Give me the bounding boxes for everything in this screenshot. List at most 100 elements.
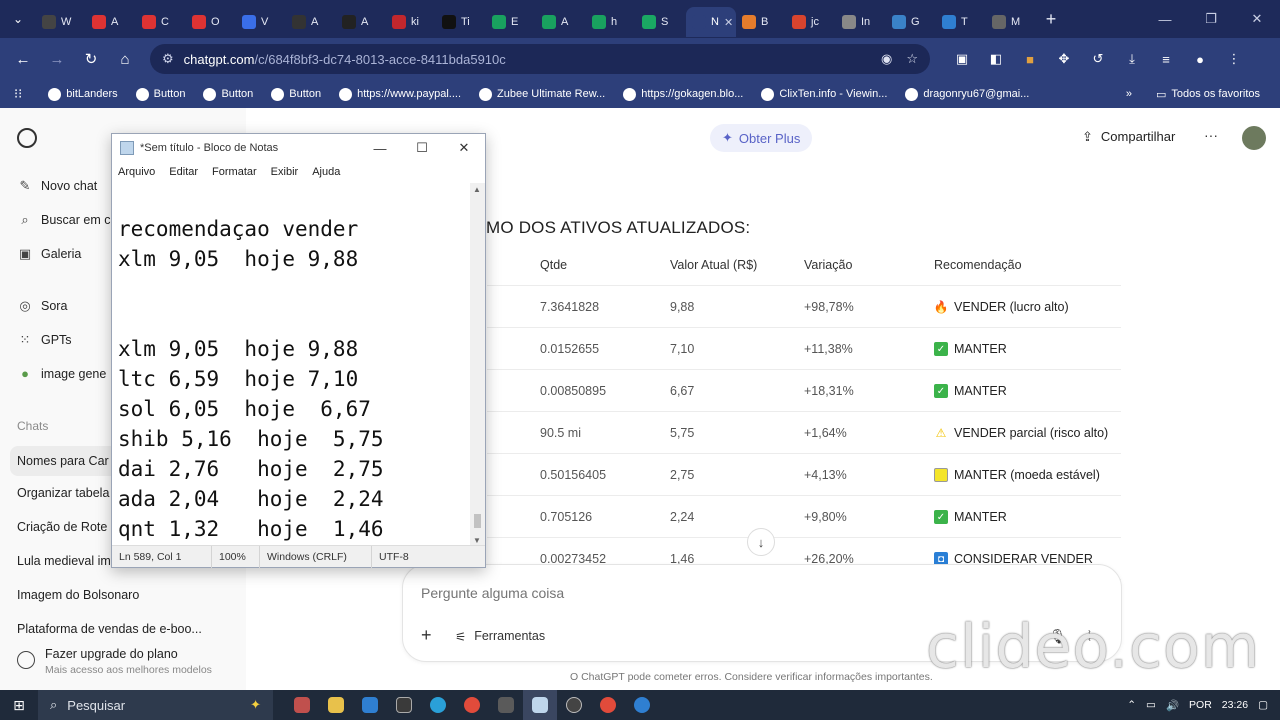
star-icon[interactable]: ☆ bbox=[906, 51, 918, 67]
taskbar-app[interactable] bbox=[557, 690, 591, 720]
browser-tab[interactable]: A bbox=[86, 7, 136, 37]
scroll-thumb[interactable] bbox=[474, 514, 481, 528]
back-icon[interactable]: ← bbox=[8, 44, 38, 74]
bookmark-item[interactable]: https://www.paypal.... bbox=[333, 87, 467, 101]
taskbar-search[interactable]: ⌕ Pesquisar ✦ bbox=[38, 690, 273, 720]
chatgpt-logo-icon[interactable] bbox=[17, 128, 37, 148]
prompt-input[interactable] bbox=[421, 585, 1021, 601]
reload-icon[interactable]: ↻ bbox=[76, 44, 106, 74]
bookmark-item[interactable]: Button bbox=[130, 87, 192, 101]
upgrade-plan-button[interactable]: Fazer upgrade do plano Mais acesso aos m… bbox=[17, 647, 212, 676]
history-icon[interactable]: ↺ bbox=[1084, 45, 1112, 73]
sidebar-item-buscar-em-c[interactable]: ⌕ Buscar em c bbox=[17, 212, 110, 228]
browser-tab[interactable]: A bbox=[536, 7, 586, 37]
download-icon[interactable]: ⤓ bbox=[1118, 45, 1146, 73]
chat-history-item[interactable]: Plataforma de vendas de e-boo... bbox=[17, 622, 227, 636]
browser-tab[interactable]: A bbox=[336, 7, 386, 37]
eye-icon[interactable]: ◉ bbox=[881, 51, 892, 67]
maximize-icon[interactable]: ☐ bbox=[401, 134, 443, 162]
notepad-scrollbar[interactable]: ▲ ▼ bbox=[470, 183, 485, 547]
taskbar-app[interactable] bbox=[319, 690, 353, 720]
bookmark-item[interactable]: Button bbox=[265, 87, 327, 101]
browser-tab[interactable]: V bbox=[236, 7, 286, 37]
home-icon[interactable]: ⌂ bbox=[110, 44, 140, 74]
chat-history-item[interactable]: Imagem do Bolsonaro bbox=[17, 588, 227, 602]
notification-icon[interactable]: ▢ bbox=[1258, 699, 1268, 711]
taskbar-app[interactable] bbox=[489, 690, 523, 720]
address-bar[interactable]: ⚙ chatgpt.com/c/684f8bf3-dc74-8013-acce-… bbox=[150, 44, 930, 74]
browser-tab[interactable]: In bbox=[836, 7, 886, 37]
tab-search-button[interactable]: ⌄ bbox=[0, 0, 36, 38]
notepad-text-area[interactable]: recomendaçao vender xlm 9,05 hoje 9,88 xlm… bbox=[112, 183, 472, 547]
get-plus-button[interactable]: ✦ Obter Plus bbox=[710, 124, 813, 152]
sidebar-item-sora[interactable]: ◎ Sora bbox=[17, 298, 67, 314]
bookmark-item[interactable]: Button bbox=[197, 87, 259, 101]
bookmarks-more-button[interactable]: » bbox=[1126, 88, 1132, 100]
extension-icon[interactable]: ◧ bbox=[982, 45, 1010, 73]
notepad-menu-arquivo[interactable]: Arquivo bbox=[118, 166, 155, 178]
network-icon[interactable]: ▭ bbox=[1146, 699, 1156, 711]
browser-tab[interactable]: S bbox=[636, 7, 686, 37]
forward-icon[interactable]: → bbox=[42, 44, 72, 74]
sidebar-item-novo-chat[interactable]: ✎ Novo chat bbox=[17, 178, 98, 194]
taskbar-app[interactable] bbox=[455, 690, 489, 720]
taskbar-app[interactable] bbox=[591, 690, 625, 720]
bookmark-item[interactable]: ClixTen.info - Viewin... bbox=[755, 87, 893, 101]
all-favorites-folder[interactable]: ▭ Todos os favoritos bbox=[1150, 88, 1266, 101]
language-indicator[interactable]: POR bbox=[1189, 699, 1212, 711]
scroll-up-icon[interactable]: ▲ bbox=[473, 185, 481, 194]
browser-tab[interactable]: W bbox=[36, 7, 86, 37]
tools-button[interactable]: ⚟ Ferramentas bbox=[455, 629, 545, 644]
taskbar-app[interactable] bbox=[421, 690, 455, 720]
settings-icon[interactable]: ≡ bbox=[1152, 45, 1180, 73]
taskbar-app[interactable] bbox=[353, 690, 387, 720]
menu-icon[interactable]: ⋮ bbox=[1220, 45, 1248, 73]
notepad-window[interactable]: *Sem título - Bloco de Notas — ☐ ✕ Arqui… bbox=[111, 133, 486, 568]
scroll-down-icon[interactable]: ▼ bbox=[473, 536, 481, 545]
chevron-up-icon[interactable]: ⌃ bbox=[1127, 699, 1136, 711]
notepad-menu-ajuda[interactable]: Ajuda bbox=[312, 166, 340, 178]
avatar[interactable] bbox=[1242, 126, 1266, 150]
browser-tab[interactable]: B bbox=[736, 7, 786, 37]
minimize-icon[interactable]: — bbox=[359, 134, 401, 162]
browser-tab[interactable]: T bbox=[936, 7, 986, 37]
browser-tab[interactable]: ki bbox=[386, 7, 436, 37]
sidebar-item-galeria[interactable]: ▣ Galeria bbox=[17, 246, 81, 262]
minimize-icon[interactable]: — bbox=[1142, 0, 1188, 38]
notepad-menu-editar[interactable]: Editar bbox=[169, 166, 198, 178]
browser-tab[interactable]: h bbox=[586, 7, 636, 37]
taskbar-app-notepad[interactable] bbox=[523, 690, 557, 720]
browser-tab[interactable]: C bbox=[136, 7, 186, 37]
clock[interactable]: 23:26 bbox=[1222, 699, 1248, 711]
bookmark-item[interactable]: dragonryu67@gmai... bbox=[899, 87, 1035, 101]
taskbar-app[interactable] bbox=[285, 690, 319, 720]
browser-tab[interactable]: G bbox=[886, 7, 936, 37]
extension-icon[interactable]: ■ bbox=[1016, 45, 1044, 73]
bookmark-item[interactable]: https://gokagen.blo... bbox=[617, 87, 749, 101]
extensions-puzzle-icon[interactable]: ✥ bbox=[1050, 45, 1078, 73]
browser-tab[interactable]: jc bbox=[786, 7, 836, 37]
bookmark-item[interactable]: bitLanders bbox=[42, 87, 123, 101]
volume-icon[interactable]: 🔊 bbox=[1166, 699, 1179, 712]
taskbar-app[interactable] bbox=[387, 690, 421, 720]
close-icon[interactable]: ✕ bbox=[1234, 0, 1280, 38]
site-info-icon[interactable]: ⚙ bbox=[162, 51, 174, 67]
browser-tab[interactable]: O bbox=[186, 7, 236, 37]
extension-icon[interactable]: ▣ bbox=[948, 45, 976, 73]
profile-avatar[interactable]: ● bbox=[1186, 45, 1214, 73]
more-options-button[interactable]: ··· bbox=[1204, 127, 1218, 143]
browser-tab[interactable]: A bbox=[286, 7, 336, 37]
browser-tab[interactable]: E bbox=[486, 7, 536, 37]
sidebar-item-image-gene[interactable]: ● image gene bbox=[17, 366, 106, 381]
close-icon[interactable]: ✕ bbox=[724, 16, 733, 29]
browser-tab[interactable]: M bbox=[986, 7, 1036, 37]
scroll-down-button[interactable]: ↓ bbox=[747, 528, 775, 556]
sidebar-item-gpts[interactable]: ⁙ GPTs bbox=[17, 332, 72, 348]
taskbar-app[interactable] bbox=[625, 690, 659, 720]
share-button[interactable]: ⇪ Compartilhar bbox=[1082, 129, 1175, 145]
apps-icon[interactable]: ⁝⁝ bbox=[14, 86, 22, 102]
notepad-menu-formatar[interactable]: Formatar bbox=[212, 166, 257, 178]
notepad-titlebar[interactable]: *Sem título - Bloco de Notas — ☐ ✕ bbox=[112, 134, 485, 162]
restore-icon[interactable]: ❐ bbox=[1188, 0, 1234, 38]
browser-tab[interactable]: N ✕ bbox=[686, 7, 736, 37]
